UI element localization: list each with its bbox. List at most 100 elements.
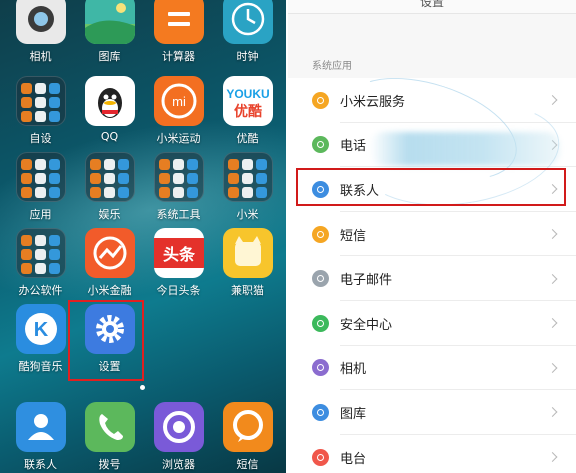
chevron-right-icon: [547, 362, 558, 373]
app-toutiao[interactable]: 头条 今日头条: [144, 228, 213, 304]
app-sms[interactable]: 短信: [213, 402, 282, 473]
folder-mini-app-icon: [49, 83, 60, 94]
app-kugou[interactable]: K 酷狗音乐: [6, 304, 75, 380]
svg-text:mi: mi: [172, 94, 186, 109]
folder-mini-app-icon: [49, 263, 60, 274]
svg-text:优酷: 优酷: [234, 103, 262, 120]
settings-item-label: 电子邮件: [340, 273, 393, 289]
settings-item-camera[interactable]: 相机: [288, 345, 576, 391]
cloud-icon-glyph: [317, 96, 324, 104]
folder-mini-app-icon: [21, 173, 32, 184]
camera-icon: [15, 0, 66, 44]
folder-icon: [222, 152, 273, 202]
app-camera[interactable]: 相机: [6, 0, 75, 76]
phone-icon: [312, 136, 329, 154]
kugou-icon: K: [15, 304, 66, 354]
folder-mini-app-icon: [187, 187, 198, 198]
folder-mini-app-icon: [35, 249, 46, 260]
app-qq[interactable]: QQ: [75, 76, 144, 152]
folder-mini-app-icon: [21, 235, 32, 246]
folder-mini-app-icon: [21, 249, 32, 260]
app-browser[interactable]: 浏览器: [144, 402, 213, 473]
app-label: 时钟: [236, 50, 259, 63]
app-folder[interactable]: 自设: [6, 76, 75, 152]
app-phone[interactable]: 拨号: [75, 402, 144, 473]
folder-mini-app-icon: [35, 97, 46, 108]
folder-mini-app-icon: [256, 187, 267, 198]
contacts-icon: [15, 402, 66, 452]
app-folder[interactable]: 办公软件: [6, 228, 75, 304]
app-folder[interactable]: 系统工具: [144, 152, 213, 228]
browser-icon-glyph: [162, 411, 195, 443]
toutiao-icon-glyph: 头条: [153, 238, 204, 268]
app-label: 计算器: [162, 50, 195, 63]
app-mi-finance[interactable]: 小米金融: [75, 228, 144, 304]
mi-fit-icon-glyph: mi: [161, 83, 196, 119]
radio-icon-glyph: [317, 453, 324, 461]
settings-item-radio[interactable]: 电台: [288, 434, 576, 473]
jianzhimao-icon: [222, 228, 273, 278]
app-label: 优酷: [236, 132, 259, 145]
folder-mini-app-icon: [159, 173, 170, 184]
folder-mini-app-icon: [21, 263, 32, 274]
app-label: 应用: [29, 208, 52, 221]
folder-mini-app-icon: [21, 111, 32, 122]
toutiao-icon: 头条: [153, 228, 204, 278]
gallery-icon: [312, 403, 329, 421]
camera-icon-glyph: [27, 6, 54, 32]
youku-icon-glyph: YOUKU 优酷: [226, 87, 269, 120]
app-label: 小米运动: [156, 132, 201, 145]
app-mi-fit[interactable]: mi 小米运动: [144, 76, 213, 152]
app-folder[interactable]: 小米: [213, 152, 282, 228]
shield-icon: [312, 314, 329, 332]
folder-mini-app-icon: [49, 159, 60, 170]
app-folder[interactable]: 应用: [6, 152, 75, 228]
settings-item-sms[interactable]: 短信: [288, 211, 576, 257]
phone-icon-glyph: [98, 414, 123, 440]
svg-text:K: K: [33, 319, 48, 341]
settings-item-label: 电台: [340, 451, 367, 467]
folder-mini-app-icon: [35, 263, 46, 274]
phone-icon-glyph: [317, 141, 324, 149]
app-label: 办公软件: [18, 284, 63, 297]
section-title: 系统应用: [312, 61, 352, 72]
app-label: 今日头条: [156, 284, 201, 297]
app-contacts[interactable]: 联系人: [6, 402, 75, 473]
sms-icon-glyph: [317, 230, 324, 238]
folder-mini-app-icon: [242, 187, 253, 198]
folder-mini-app-icon: [49, 173, 60, 184]
app-calculator[interactable]: 计算器: [144, 0, 213, 76]
folder-mini-app-icon: [21, 83, 32, 94]
app-gallery[interactable]: 图库: [75, 0, 144, 76]
folder-mini-app-icon: [35, 159, 46, 170]
qq-icon-glyph: [97, 88, 122, 118]
folder-mini-app-icon: [256, 173, 267, 184]
folder-mini-app-icon: [228, 159, 239, 170]
app-clock[interactable]: 时钟: [213, 0, 282, 76]
folder-mini-app-icon: [35, 187, 46, 198]
settings-app-highlight: [68, 300, 144, 381]
settings-item-mail[interactable]: 电子邮件: [288, 256, 576, 301]
folder-mini-app-icon: [104, 187, 115, 198]
chevron-right-icon: [547, 407, 558, 418]
page-indicator: [140, 385, 145, 390]
sms-icon: [312, 225, 329, 243]
folder-mini-app-icon: [104, 159, 115, 170]
cloud-icon: [312, 91, 329, 109]
settings-item-shield[interactable]: 安全中心: [288, 300, 576, 346]
app-jianzhimao[interactable]: 兼职猫: [213, 228, 282, 304]
settings-item-gallery[interactable]: 图库: [288, 390, 576, 435]
calculator-icon: [153, 0, 204, 44]
camera-icon: [312, 359, 329, 377]
folder-mini-app-icon: [35, 111, 46, 122]
folder-icon: [84, 152, 135, 202]
app-label: QQ: [100, 130, 119, 143]
app-label: 自设: [29, 132, 52, 145]
app-label: 系统工具: [156, 208, 201, 221]
settings-item-label: 安全中心: [340, 317, 393, 333]
app-youku[interactable]: YOUKU 优酷 优酷: [213, 76, 282, 152]
chevron-right-icon: [547, 95, 558, 106]
app-folder[interactable]: 娱乐: [75, 152, 144, 228]
app-label: 浏览器: [162, 458, 195, 471]
camera-icon-glyph: [317, 364, 324, 372]
